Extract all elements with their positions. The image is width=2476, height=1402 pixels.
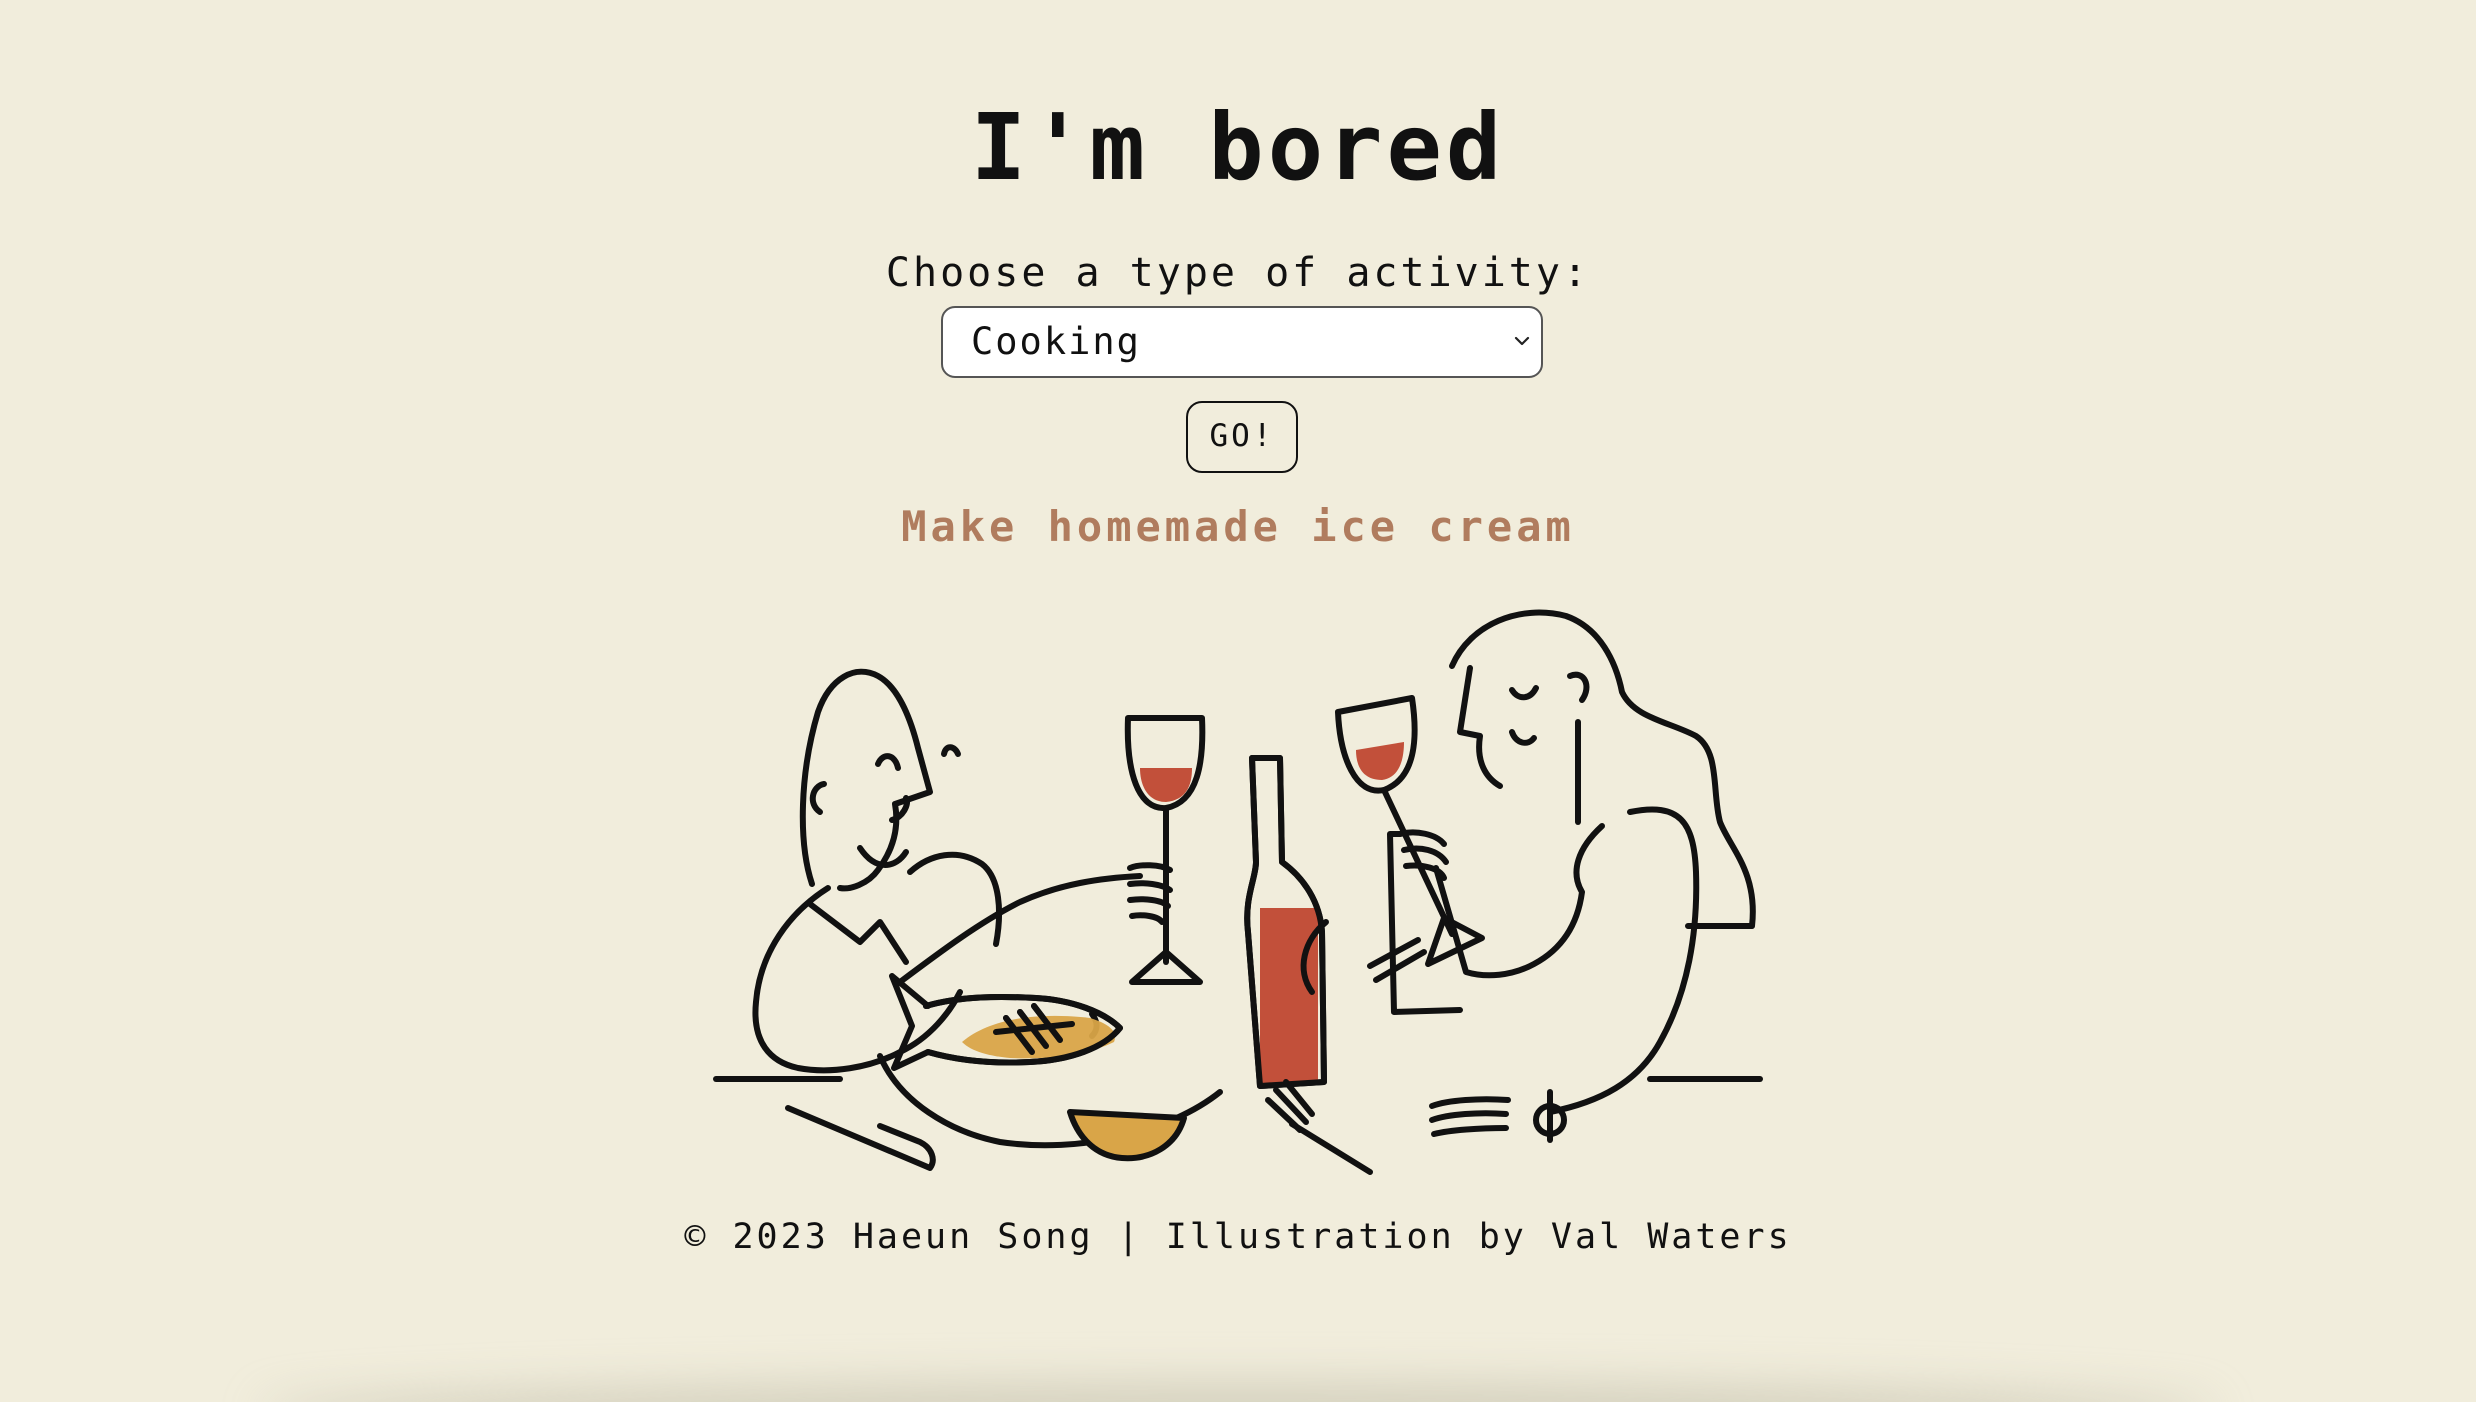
go-button[interactable]: GO! [1186, 401, 1298, 473]
chopsticks [1367, 937, 1427, 983]
woman-ear [1567, 671, 1590, 703]
woman-eye [1509, 685, 1539, 701]
page-title: I'm bored [970, 94, 1506, 201]
man-shoulder [907, 851, 1003, 947]
woman-body [1547, 806, 1700, 1115]
fish-tail [889, 973, 931, 1071]
fork [1265, 1079, 1373, 1175]
man-collar [807, 901, 909, 965]
chevron-down-icon [1514, 336, 1530, 346]
man-arm [897, 873, 1143, 985]
bottle-label [1260, 908, 1318, 1084]
man-chin [857, 845, 909, 868]
man-ear [809, 781, 827, 815]
man-body [752, 885, 963, 1074]
dinner-illustration [713, 609, 1763, 1175]
activity-type-select[interactable]: Cooking [941, 306, 1543, 378]
activity-result: Make homemade ice cream [901, 502, 1575, 551]
man-eyebrow [941, 744, 961, 757]
woman-bottom-hand [1429, 1096, 1511, 1137]
woman-arm [1433, 823, 1605, 979]
woman-hair [1449, 609, 1756, 929]
activity-type-label: Choose a type of activity: [885, 250, 1591, 296]
man-eye [875, 753, 901, 771]
woman-smile [1509, 729, 1537, 746]
bottom-shadow [260, 1382, 2216, 1402]
footer-credits: © 2023 Haeun Song | Illustration by Val … [684, 1217, 1792, 1257]
woman-face [1457, 665, 1503, 789]
knife [785, 1105, 936, 1171]
right-glass-wine [1356, 742, 1404, 780]
page: I'm bored Choose a type of activity: Coo… [0, 0, 2476, 1402]
activity-type-selected-value: Cooking [971, 320, 1141, 363]
